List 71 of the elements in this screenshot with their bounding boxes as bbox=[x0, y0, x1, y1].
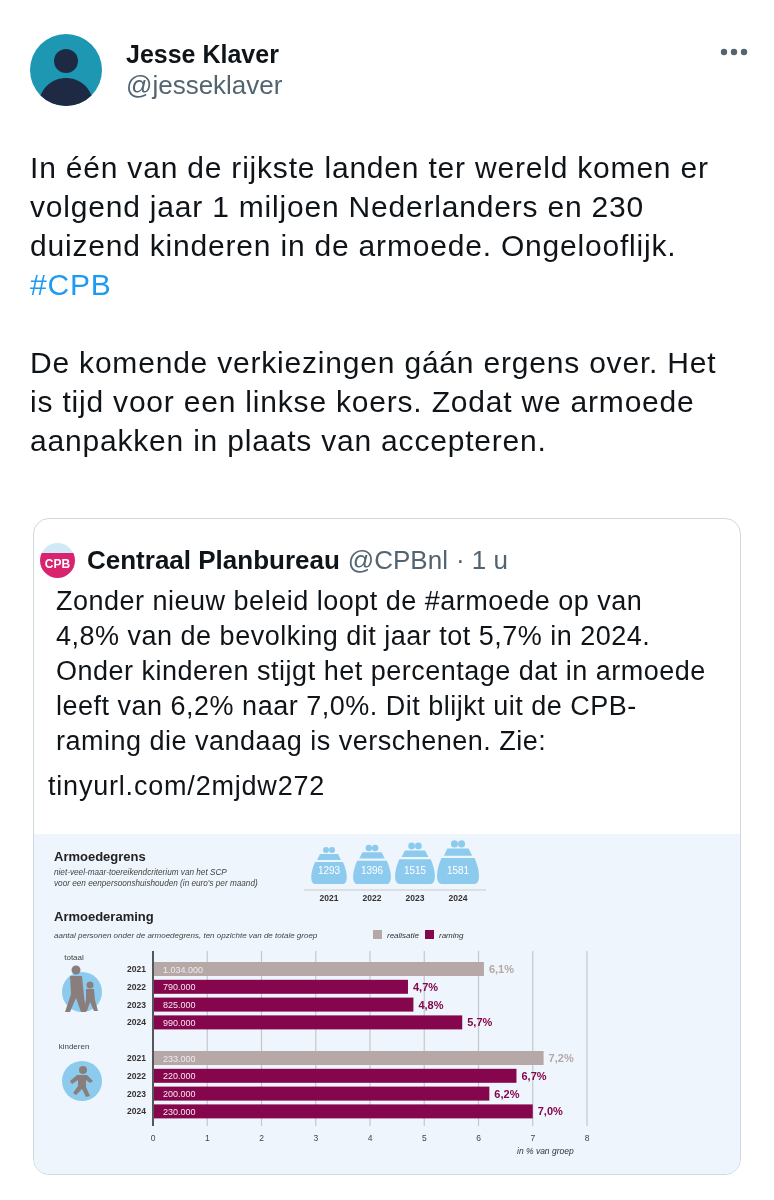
axis-tick-label: 4 bbox=[367, 1133, 373, 1143]
purse-amount: 1581 bbox=[446, 865, 470, 876]
value-label: 7,0% bbox=[537, 1105, 563, 1118]
year-label: 2024 bbox=[127, 1017, 146, 1028]
year-label: 2024 bbox=[448, 893, 468, 903]
section-subtitle: aantal personen onder de armoedegrens, ten opzichte van de totale groep bbox=[54, 931, 318, 940]
tweet-text: In één van de rijkste landen ter wereld komen er volgend jaar 1 miljoen Nederlanders en 230 duizend kinderen in de armoede. Ongelooflijk. #CPB bbox=[30, 150, 710, 303]
bar-count-label: 825.000 bbox=[163, 1000, 196, 1011]
section-subtitle: voor een eenpersoonshuishouden (in euro's per maand) bbox=[54, 879, 258, 888]
group-label: kinderen bbox=[58, 1042, 90, 1051]
running-child-icon bbox=[62, 1061, 102, 1101]
axis-tick-label: 2 bbox=[259, 1133, 264, 1143]
year-label: 2023 bbox=[405, 893, 425, 903]
bar-count-label: 230.000 bbox=[163, 1106, 196, 1117]
walking-people-icon bbox=[62, 965, 102, 1012]
value-label: 6,1% bbox=[488, 963, 514, 975]
purse-icon bbox=[353, 844, 391, 884]
url-text: tinyurl.com/2mjdw272 bbox=[47, 770, 327, 803]
quoted-author-name[interactable]: Centraal Planbureau bbox=[87, 541, 340, 580]
bar-count-label: 220.000 bbox=[163, 1071, 196, 1082]
group-label: totaal bbox=[64, 953, 84, 962]
section-title: Armoedegrens bbox=[54, 849, 146, 864]
value-label: 4,8% bbox=[418, 998, 444, 1011]
year-label: 2022 bbox=[127, 981, 146, 992]
logo: CPB bbox=[40, 543, 75, 578]
year-label: 2021 bbox=[127, 964, 146, 974]
value-label: 7,2% bbox=[548, 1052, 574, 1064]
legend-label: raming bbox=[439, 931, 464, 940]
year-label: 2024 bbox=[127, 1106, 146, 1117]
purse-icon bbox=[437, 840, 479, 884]
year-label: 2021 bbox=[319, 893, 339, 903]
axis-tick-label: 3 bbox=[313, 1133, 319, 1143]
purse-amount: 1293 bbox=[317, 865, 341, 876]
bar-count-label: 233.000 bbox=[163, 1053, 196, 1064]
quoted-author-handle[interactable]: @CPBnl bbox=[347, 541, 448, 580]
more-icon[interactable] bbox=[720, 48, 748, 56]
axis-title: in % van groep bbox=[517, 1146, 574, 1156]
section-subtitle: niet-veel-maar-toereikendcriterium van het SCP bbox=[54, 868, 227, 877]
value-label: 6,2% bbox=[494, 1087, 520, 1100]
legend-swatch bbox=[425, 930, 434, 939]
axis-tick-label: 0 bbox=[150, 1133, 156, 1143]
purse-icon bbox=[395, 842, 435, 884]
axis-tick-label: 5 bbox=[421, 1133, 427, 1143]
post-time: · 1 u bbox=[455, 544, 508, 577]
value-label: 4,7% bbox=[413, 980, 439, 993]
axis-tick-label: 1 bbox=[204, 1133, 210, 1143]
bar-count-label: 790.000 bbox=[163, 982, 196, 993]
purse-amount: 1396 bbox=[360, 865, 384, 876]
year-label: 2021 bbox=[127, 1053, 146, 1063]
purse-amount: 1515 bbox=[403, 865, 427, 876]
year-label: 2022 bbox=[127, 1070, 146, 1081]
section-title: Armoederaming bbox=[54, 909, 154, 924]
author-handle[interactable]: @jesseklaver bbox=[126, 70, 283, 101]
year-label: 2022 bbox=[362, 893, 382, 903]
axis-tick-label: 6 bbox=[476, 1133, 481, 1143]
value-label: 6,7% bbox=[521, 1069, 547, 1082]
tweet-text: De komende verkiezingen gáán ergens over. Het is tijd voor een linkse koers. Zodat we armoede aanpakken in plaats van accepteren. bbox=[30, 345, 718, 459]
purse-icon bbox=[311, 847, 347, 884]
quoted-tweet-text: Zonder nieuw beleid loopt de #armoede op van 4,8% van de bevolking dit jaar tot 5,7% in 2024. Onder kinderen stijgt het percentage dat in armoede leeft van 6,2% naar 7,0%. Dit blijkt uit de CPB- raming die vandaag is verschenen. Zie: bbox=[55, 585, 707, 758]
author-name[interactable]: Jesse Klaver bbox=[126, 39, 283, 70]
bar-count-label: 990.000 bbox=[163, 1017, 196, 1028]
legend-swatch bbox=[373, 930, 382, 939]
value-label: 5,7% bbox=[467, 1016, 493, 1029]
legend-label: realisatie bbox=[387, 931, 419, 940]
bar-count-label: 200.000 bbox=[163, 1089, 196, 1100]
axis-tick-label: 7 bbox=[530, 1133, 536, 1143]
year-label: 2023 bbox=[127, 999, 146, 1010]
bar-count-label: 1.034.000 bbox=[163, 964, 204, 975]
year-label: 2023 bbox=[127, 1088, 146, 1099]
quoted-tweet-card[interactable] bbox=[33, 518, 741, 1175]
axis-tick-label: 8 bbox=[584, 1133, 590, 1143]
